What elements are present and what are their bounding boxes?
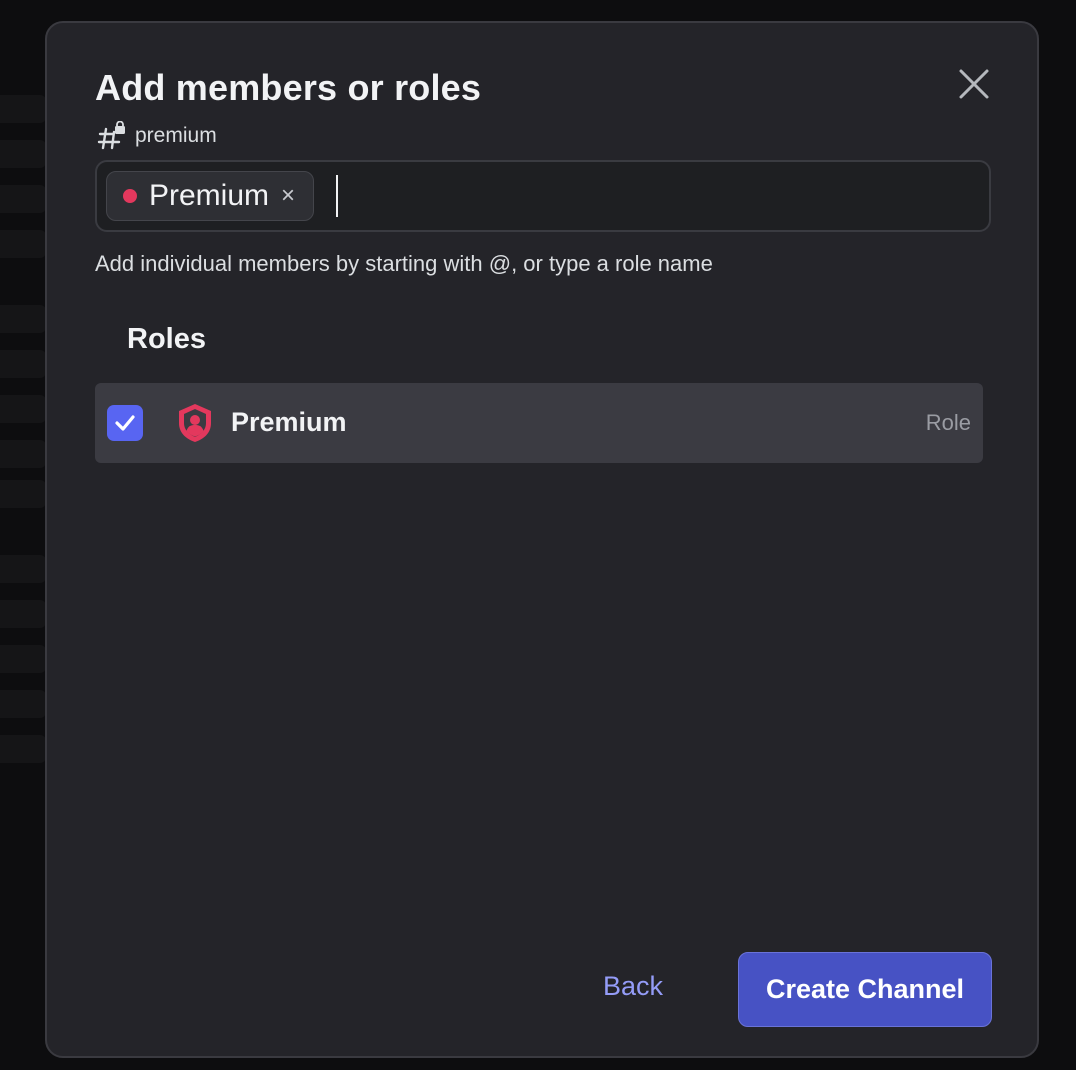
chip-label: Premium — [149, 179, 270, 212]
channel-name: premium — [135, 124, 217, 147]
bg-row — [0, 350, 46, 378]
bg-row — [0, 305, 46, 333]
roles-section-title: Roles — [127, 323, 206, 355]
member-search-box[interactable]: Premium × — [95, 160, 991, 232]
bg-row — [0, 140, 46, 168]
role-name: Premium — [231, 407, 347, 437]
chip-remove-icon[interactable]: × — [281, 184, 295, 208]
channel-label: premium — [97, 121, 217, 151]
role-type-label: Role — [925, 410, 971, 435]
bg-row — [0, 690, 46, 718]
role-checkbox[interactable] — [107, 405, 143, 441]
close-button[interactable] — [957, 67, 991, 101]
bg-row — [0, 395, 46, 423]
selected-role-chip: Premium × — [106, 171, 315, 221]
back-button[interactable]: Back — [603, 971, 663, 1002]
bg-row — [0, 735, 46, 763]
search-input[interactable] — [338, 162, 989, 230]
private-channel-icon — [97, 121, 125, 150]
bg-row — [0, 95, 46, 123]
role-list-item[interactable]: Premium Role — [95, 383, 983, 463]
close-icon — [959, 69, 989, 99]
bg-row — [0, 185, 46, 213]
bg-row — [0, 645, 46, 673]
bg-row — [0, 600, 46, 628]
bg-row — [0, 480, 46, 508]
modal-title: Add members or roles — [95, 67, 482, 108]
create-channel-button[interactable]: Create Channel — [738, 952, 992, 1027]
add-members-modal: Add members or roles premium Premium × A… — [45, 21, 1039, 1058]
role-color-dot — [123, 189, 137, 203]
bg-row — [0, 440, 46, 468]
bg-row — [0, 230, 46, 258]
bg-row — [0, 555, 46, 583]
search-hint: Add individual members by starting with … — [95, 251, 713, 276]
role-shield-icon — [179, 404, 211, 442]
checkmark-icon — [115, 415, 135, 431]
